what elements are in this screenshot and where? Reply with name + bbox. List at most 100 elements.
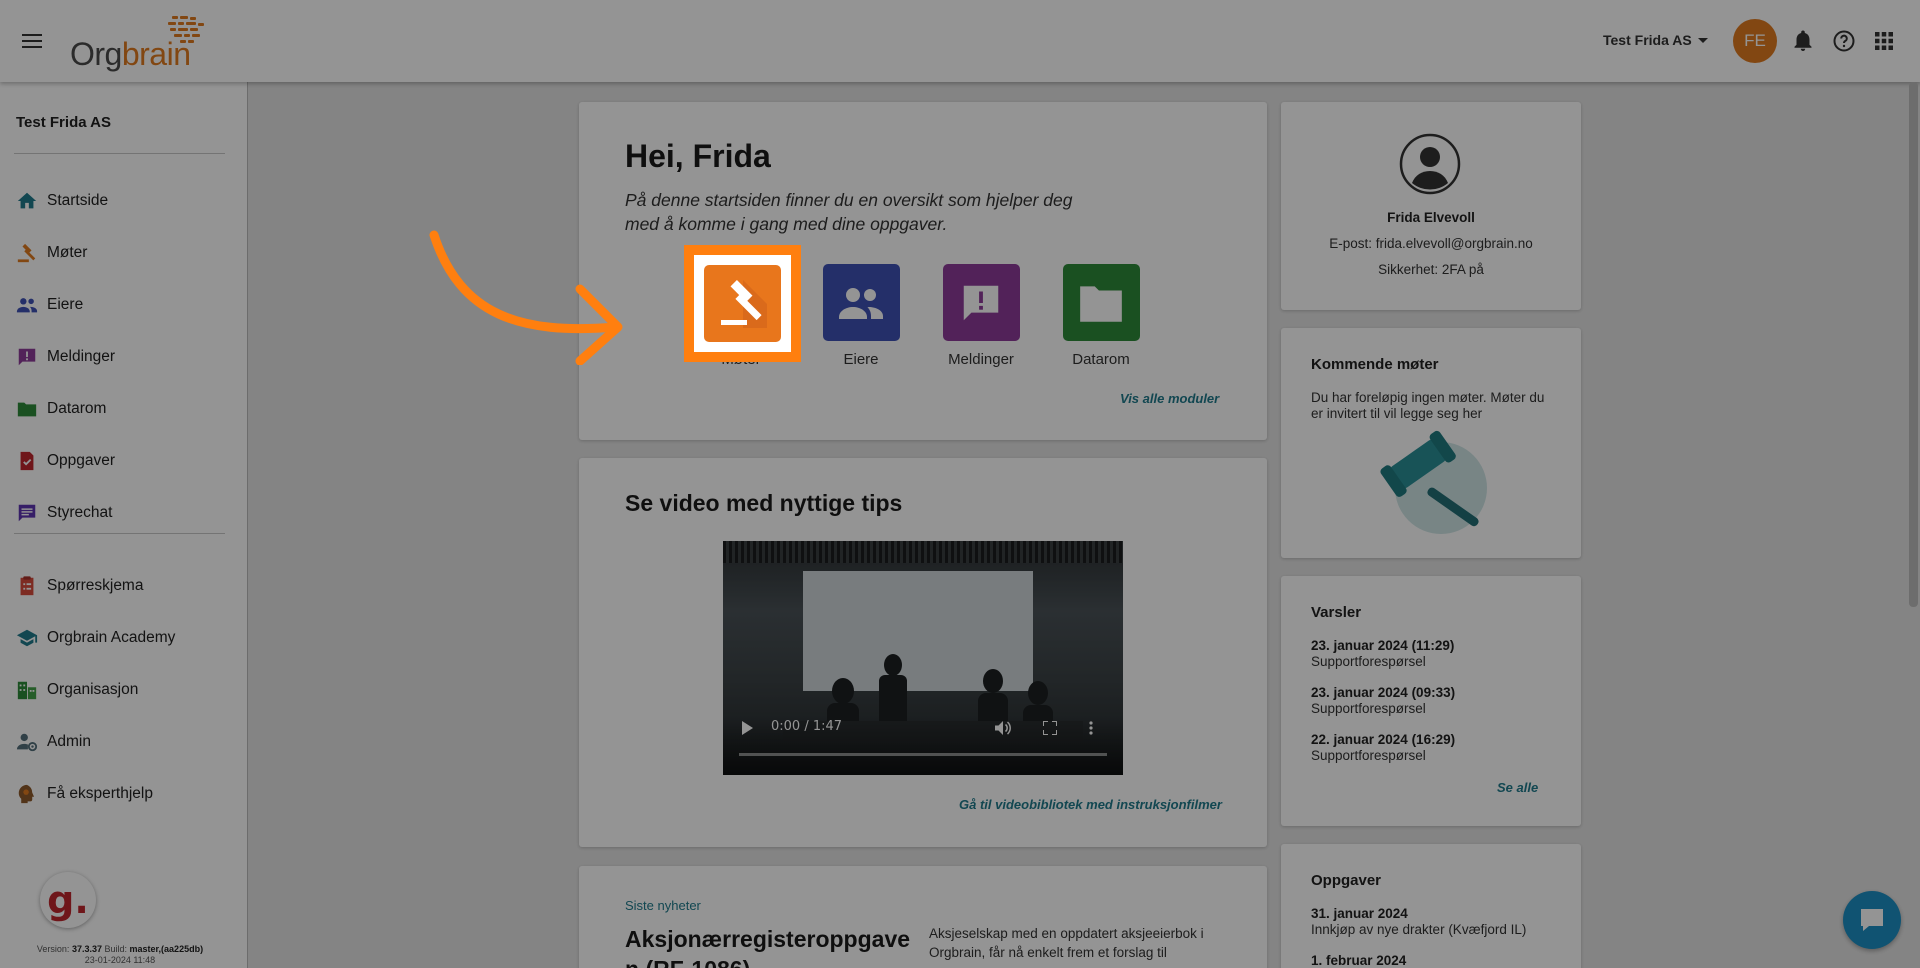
bell-icon[interactable] <box>1791 29 1815 53</box>
task-item[interactable]: 31. januar 2024 Innkjøp av nye drakter (… <box>1311 906 1526 938</box>
module-label: Eiere <box>843 351 879 368</box>
news-card: Siste nyheter Aksjonærregisteroppgave n … <box>579 866 1267 968</box>
brain-mark-icon <box>168 16 204 43</box>
tasks-card: Oppgaver 31. januar 2024 Innkjøp av nye … <box>1281 844 1581 968</box>
more-options-icon[interactable] <box>1089 721 1093 739</box>
video-card: Se video med nyttige tips 0:00 / 1:47 Gå… <box>579 458 1267 847</box>
sidebar-item-oppgaver[interactable]: Oppgaver <box>16 446 115 476</box>
user-avatar-icon <box>1399 133 1461 195</box>
task-item[interactable]: 1. februar 2024 <box>1311 953 1406 968</box>
sidebar-item-label: Admin <box>47 733 91 750</box>
sidebar-item-label: Organisasjon <box>47 681 139 698</box>
sidebar-item-eksperthjelp[interactable]: Få eksperthjelp <box>16 779 153 809</box>
sidebar-item-label: Eiere <box>47 296 84 313</box>
people-icon <box>822 264 900 341</box>
company-selector-label: Test Frida AS <box>1603 32 1692 48</box>
chat-bubble-icon <box>1861 909 1883 931</box>
highlighted-module-moter[interactable] <box>684 245 801 362</box>
module-label: Datarom <box>1072 351 1130 368</box>
alerts-card: Varsler 23. januar 2024 (11:29) Supportf… <box>1281 576 1581 826</box>
all-modules-link[interactable]: Vis alle moduler <box>1120 391 1219 406</box>
menu-icon[interactable] <box>22 28 48 54</box>
sidebar-item-label: Møter <box>47 244 88 261</box>
profile-security: Sikkerhet: 2FA på <box>1378 262 1484 277</box>
module-eiere[interactable]: Eiere <box>813 264 909 368</box>
support-chat-button[interactable] <box>1843 891 1901 949</box>
task-date: 1. februar 2024 <box>1311 953 1407 968</box>
g-brand-logo[interactable]: g. <box>40 872 96 928</box>
chat-icon <box>18 504 36 522</box>
sidebar-item-startside[interactable]: Startside <box>16 186 108 216</box>
task-text: Innkjøp av nye drakter (Kvæfjord IL) <box>1311 922 1527 937</box>
see-all-alerts-link[interactable]: Se alle <box>1497 780 1538 795</box>
version-info: Version: 37.3.37 Build: master,(aa225db)… <box>0 944 240 966</box>
play-icon[interactable] <box>741 721 753 739</box>
sidebar-item-label: Meldinger <box>47 348 116 365</box>
sidebar-item-datarom[interactable]: Datarom <box>16 394 106 424</box>
page-scrollbar[interactable] <box>1909 82 1918 607</box>
sidebar-item-label: Oppgaver <box>47 452 116 469</box>
sidebar-item-styrechat[interactable]: Styrechat <box>16 498 112 528</box>
video-section-title: Se video med nyttige tips <box>625 490 903 516</box>
alert-item[interactable]: 22. januar 2024 (16:29) Supportforespørs… <box>1311 732 1455 764</box>
help-icon[interactable] <box>1832 29 1856 53</box>
alert-text: Supportforespørsel <box>1311 748 1426 763</box>
sidebar-item-eiere[interactable]: Eiere <box>16 290 83 320</box>
sidebar-item-academy[interactable]: Orgbrain Academy <box>16 623 175 653</box>
alert-date: 22. januar 2024 (16:29) <box>1311 732 1456 747</box>
alert-text: Supportforespørsel <box>1311 654 1426 669</box>
tutorial-arrow-icon <box>429 230 623 365</box>
alerts-title: Varsler <box>1311 604 1362 621</box>
volume-icon[interactable] <box>995 721 1011 739</box>
message-alert-icon <box>942 264 1020 341</box>
video-time: 0:00 / 1:47 <box>771 719 843 734</box>
alert-date: 23. januar 2024 (09:33) <box>1311 685 1456 700</box>
admin-icon <box>16 733 38 752</box>
gavel-illustration-icon <box>1380 430 1487 534</box>
sidebar-item-sporreskjema[interactable]: Spørreskjema <box>16 571 143 601</box>
sidebar-item-organisasjon[interactable]: Organisasjon <box>16 675 138 705</box>
apps-grid-icon[interactable] <box>1872 29 1896 53</box>
organization-icon <box>17 681 37 700</box>
build-date: 23-01-2024 11:48 <box>84 955 156 965</box>
module-meldinger[interactable]: Meldinger <box>933 264 1029 368</box>
sidebar-item-meldinger[interactable]: Meldinger <box>16 342 115 372</box>
home-icon <box>17 192 37 209</box>
sidebar-item-admin[interactable]: Admin <box>16 727 91 757</box>
profile-email: E-post: frida.elvevoll@orgbrain.no <box>1329 236 1533 251</box>
build-label: Build: <box>104 944 128 954</box>
folder-icon <box>1062 264 1140 341</box>
fullscreen-icon[interactable] <box>1042 720 1058 739</box>
meetings-title: Kommende møter <box>1311 356 1439 373</box>
profile-card: Frida Elvevoll E-post: frida.elvevoll@or… <box>1281 102 1581 310</box>
task-date: 31. januar 2024 <box>1311 906 1408 921</box>
task-icon <box>20 451 34 471</box>
module-datarom[interactable]: Datarom <box>1053 264 1149 368</box>
company-selector[interactable]: Test Frida AS <box>1603 32 1708 48</box>
sidebar-item-label: Få eksperthjelp <box>47 785 153 802</box>
profile-name: Frida Elvevoll <box>1387 210 1475 225</box>
news-title[interactable]: Aksjonærregisteroppgave n (RF-1086) <box>625 924 910 968</box>
people-icon <box>16 298 38 313</box>
welcome-card: Hei, Frida På denne startsiden finner du… <box>579 102 1267 440</box>
build-value: master,(aa225db) <box>129 944 204 954</box>
video-progress-bar[interactable] <box>739 753 1107 756</box>
sidebar-item-label: Styrechat <box>47 504 113 521</box>
sidebar-item-moter[interactable]: Møter <box>16 238 87 268</box>
orgbrain-logo[interactable]: Orgbrain <box>70 14 210 72</box>
sidebar-item-label: Startside <box>47 192 109 209</box>
version-label: Version: <box>36 944 70 954</box>
alert-date: 23. januar 2024 (11:29) <box>1311 638 1455 653</box>
video-player[interactable]: 0:00 / 1:47 <box>723 541 1123 775</box>
sidebar: Test Frida AS Startside Møter Eiere Meld… <box>0 82 248 968</box>
sidebar-divider <box>14 153 225 154</box>
avatar[interactable]: FE <box>1733 19 1777 63</box>
alert-item[interactable]: 23. januar 2024 (11:29) Supportforespørs… <box>1311 638 1454 670</box>
alert-item[interactable]: 23. januar 2024 (09:33) Supportforespørs… <box>1311 685 1455 717</box>
video-library-link[interactable]: Gå til videobibliotek med instruksjonfil… <box>959 797 1222 812</box>
clipboard-icon <box>20 576 34 596</box>
expert-help-icon <box>18 784 35 804</box>
upcoming-meetings-card: Kommende møter Du har foreløpig ingen mø… <box>1281 328 1581 558</box>
gavel-icon <box>704 265 781 342</box>
folder-icon <box>17 402 37 417</box>
